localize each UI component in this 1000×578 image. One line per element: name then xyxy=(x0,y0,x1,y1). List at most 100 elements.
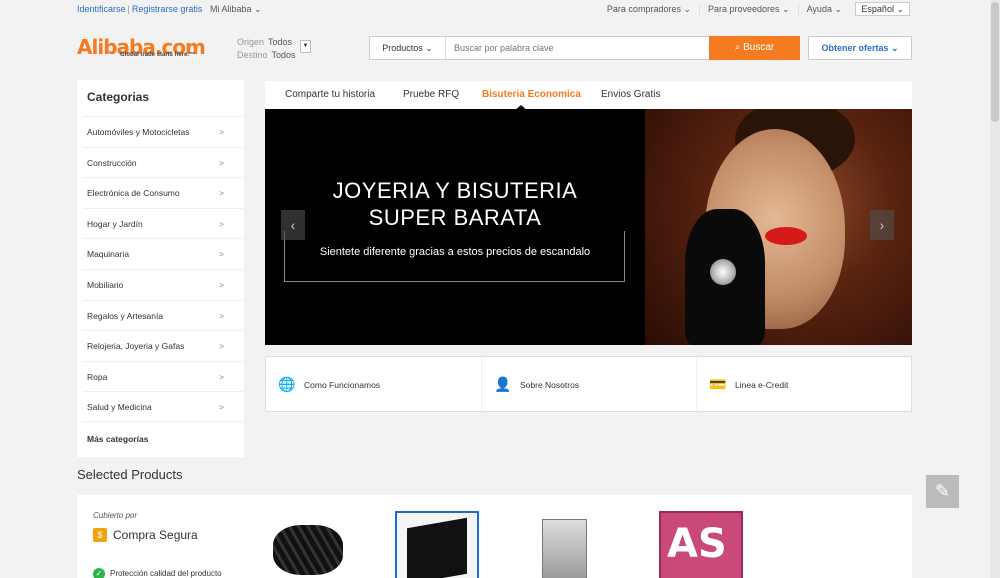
banner-subtitle: Sientete diferente gracias a estos preci… xyxy=(319,246,591,258)
banner-prev-button[interactable]: ‹ xyxy=(281,210,305,240)
page-scrollbar[interactable] xyxy=(990,0,1000,578)
feedback-edit-icon[interactable]: ✎ xyxy=(926,475,959,508)
selected-products-panel: Cubierto por $ Compra Segura ✓ Protecció… xyxy=(77,495,912,578)
category-label: Automóviles y Motocicletas xyxy=(87,127,190,137)
category-item[interactable]: Ropa > xyxy=(82,360,244,392)
kebab-machine-image xyxy=(542,519,587,578)
chevron-right-icon: > xyxy=(219,402,224,413)
search-icon: ⌕ xyxy=(734,42,744,53)
promo-tabs: Comparte tu historia Pruebe RFQ Bisuteri… xyxy=(265,81,912,110)
globe-icon: 🌐 xyxy=(278,376,296,392)
banner-next-button[interactable]: › xyxy=(870,210,894,240)
banner-headline: JOYERIA Y BISUTERIA SUPER BARATA xyxy=(265,177,645,231)
more-categories-link[interactable]: Más categorías xyxy=(87,434,148,444)
person-icon: 👤 xyxy=(494,376,512,392)
product-card[interactable] xyxy=(263,511,347,578)
quality-protection-label: Protección calidad del producto xyxy=(110,569,222,578)
hair-extension-image xyxy=(273,525,343,575)
category-item[interactable]: Hogar y Jardín > xyxy=(82,207,244,239)
alibaba-logo[interactable]: Alibaba.com Global trade starts here.™ xyxy=(77,35,217,63)
logo-tagline: Global trade starts here.™ xyxy=(120,52,196,58)
category-label: Maquinaria xyxy=(87,249,130,260)
product-card[interactable] xyxy=(527,511,611,578)
search-bar: Productos ⌄ ⌕ Buscar xyxy=(369,36,800,60)
covered-by-label: Cubierto por xyxy=(93,511,138,520)
category-item[interactable]: Maquinaria > xyxy=(82,238,244,269)
my-alibaba-menu[interactable]: Mi Alibaba ⌄ xyxy=(210,4,262,15)
search-category-dropdown[interactable]: Productos ⌄ xyxy=(370,37,446,59)
category-label: Relojeria, Joyeria y Gafas xyxy=(87,341,185,352)
origin-label: Origen xyxy=(237,37,265,47)
language-selector[interactable]: Español ⌄ xyxy=(855,2,910,16)
suppliers-menu[interactable]: Para proveedores ⌄ xyxy=(700,4,799,15)
register-link[interactable]: Registrarse gratis xyxy=(132,4,203,14)
scrollbar-thumb[interactable] xyxy=(991,2,999,122)
chevron-right-icon: > xyxy=(219,249,224,260)
origin-value: Todos xyxy=(268,37,293,47)
chevron-right-icon: > xyxy=(219,371,224,382)
tab-cheap-jewelry[interactable]: Bisuteria Economica xyxy=(482,89,581,100)
secure-purchase-label: Compra Segura xyxy=(113,528,198,542)
origin-dropdown-icon[interactable]: ▼ xyxy=(300,40,311,53)
search-button-label: Buscar xyxy=(743,42,775,53)
sign-in-link[interactable]: Identificarse xyxy=(77,4,126,14)
account-links: Identificarse | Registrarse gratis xyxy=(77,4,202,14)
services-bar: 🌐 Como Funcionamos 👤 Sobre Nosotros 💳 Li… xyxy=(265,356,912,412)
category-label: Electrónica de Consumo xyxy=(87,188,180,199)
categories-sidebar: Categorias Automóviles y Motocicletas > C… xyxy=(77,80,244,457)
card-icon: 💳 xyxy=(709,376,727,392)
category-label: Ropa xyxy=(87,371,108,382)
chevron-right-icon: > xyxy=(219,218,224,229)
chevron-right-icon: > xyxy=(219,188,224,199)
gift-box-image xyxy=(407,517,467,578)
tab-rfq[interactable]: Pruebe RFQ xyxy=(403,89,459,100)
category-label: Hogar y Jardín xyxy=(87,218,143,229)
category-item[interactable]: Electrónica de Consumo > xyxy=(82,177,244,208)
product-card[interactable]: AS xyxy=(659,511,743,578)
service-label: Linea e-Credit xyxy=(735,380,789,390)
banner-headline-line1: JOYERIA Y BISUTERIA xyxy=(332,178,578,203)
check-icon: ✓ xyxy=(93,568,105,578)
category-item[interactable]: Salud y Medicina > xyxy=(82,391,244,422)
hero-banner[interactable]: JOYERIA Y BISUTERIA SUPER BARATA Sientet… xyxy=(265,109,912,345)
category-item[interactable]: Construcción > xyxy=(82,146,244,178)
service-about-us[interactable]: 👤 Sobre Nosotros xyxy=(481,357,696,411)
search-input[interactable] xyxy=(454,37,704,59)
chevron-right-icon: > xyxy=(219,310,224,321)
banner-model-lips xyxy=(765,227,807,245)
category-label: Construcción xyxy=(87,157,137,168)
category-label: Regalos y Artesanía xyxy=(87,310,164,321)
banner-headline-line2: SUPER BARATA xyxy=(368,205,542,230)
category-item[interactable]: Relojeria, Joyeria y Gafas > xyxy=(82,330,244,361)
categories-title: Categorias xyxy=(87,90,150,104)
buyers-menu[interactable]: Para compradores ⌄ xyxy=(599,4,700,15)
top-bar: Identificarse | Registrarse gratis Mi Alib… xyxy=(0,0,1000,20)
product-card[interactable] xyxy=(395,511,479,578)
sequin-letters-image: AS xyxy=(667,521,727,567)
category-item[interactable]: Automóviles y Motocicletas > xyxy=(82,116,244,147)
service-how-we-work[interactable]: 🌐 Como Funcionamos xyxy=(266,357,481,411)
category-label: Mobiliario xyxy=(87,279,124,290)
tab-free-shipping[interactable]: Envios Gratis xyxy=(601,89,660,100)
banner-ring xyxy=(710,259,736,285)
chevron-right-icon: > xyxy=(219,279,224,290)
search-button[interactable]: ⌕ Buscar xyxy=(709,36,800,60)
service-label: Como Funcionamos xyxy=(304,380,381,390)
selected-products-title: Selected Products xyxy=(77,467,183,482)
chevron-right-icon: > xyxy=(219,341,224,352)
origin-destination: Origen Todos Destino Todos xyxy=(237,36,296,62)
shield-icon: $ xyxy=(93,528,107,542)
top-nav: Para compradores ⌄ Para proveedores ⌄ Ay… xyxy=(599,4,850,15)
destination-label: Destino xyxy=(237,50,268,60)
chevron-right-icon: > xyxy=(219,127,224,137)
tab-share-story[interactable]: Comparte tu historia xyxy=(285,89,375,100)
destination-value: Todos xyxy=(271,50,296,60)
chevron-right-icon: > xyxy=(219,157,224,168)
category-item[interactable]: Regalos y Artesanía > xyxy=(82,299,244,331)
get-offers-button[interactable]: Obtener ofertas ⌄ xyxy=(808,36,912,60)
category-item[interactable]: Mobiliario > xyxy=(82,268,244,300)
category-list: Automóviles y Motocicletas > Construcción… xyxy=(77,116,244,422)
help-menu[interactable]: Ayuda ⌄ xyxy=(799,4,850,15)
category-label: Salud y Medicina xyxy=(87,402,152,413)
service-e-credit[interactable]: 💳 Linea e-Credit xyxy=(696,357,911,411)
